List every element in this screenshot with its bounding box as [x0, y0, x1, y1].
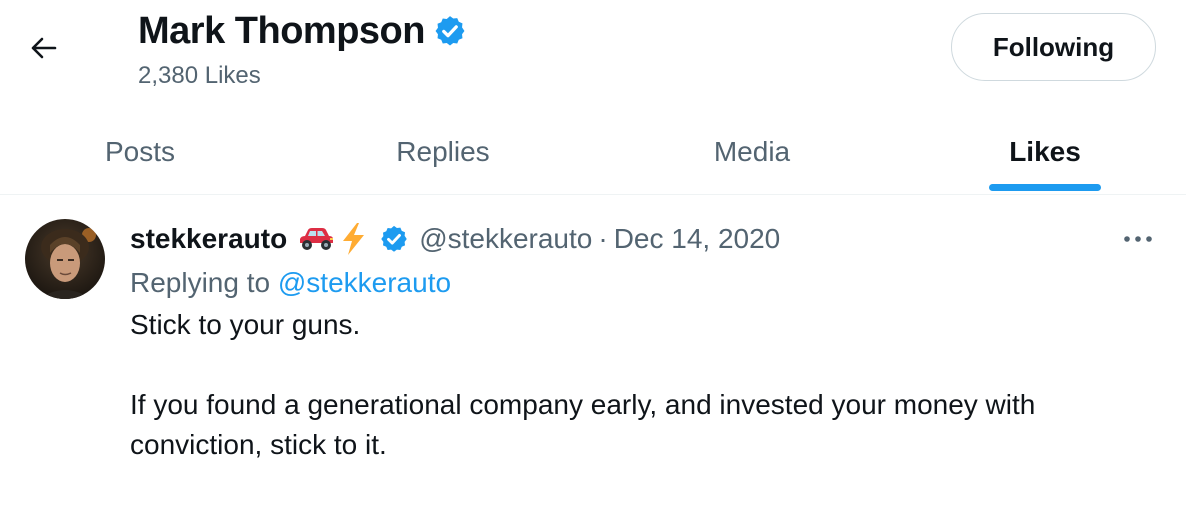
following-button[interactable]: Following [951, 13, 1156, 81]
arrow-left-icon [31, 37, 57, 64]
lightning-emoji [339, 222, 367, 256]
replying-to-prefix: Replying to [130, 267, 271, 298]
car-emoji [297, 226, 335, 252]
replying-to-link[interactable]: @stekkerauto [278, 267, 451, 298]
active-tab-indicator [989, 184, 1101, 191]
more-horizontal-icon[interactable] [1118, 225, 1158, 253]
back-button[interactable] [22, 28, 66, 72]
meta-separator: · [598, 223, 608, 254]
tab-posts[interactable]: Posts [30, 110, 250, 194]
profile-header: Mark Thompson 2,380 Likes Following [0, 0, 1186, 110]
tweet-date[interactable]: Dec 14, 2020 [614, 223, 781, 255]
tab-media[interactable]: Media [642, 110, 862, 194]
header-title-block: Mark Thompson 2,380 Likes [138, 8, 467, 90]
tweet-text-line2: If you found a generational company earl… [130, 389, 1036, 460]
tweet-meta: stekkerauto @stekkerauto · Dec 14, 2020 [130, 219, 1150, 259]
author-handle[interactable]: @stekkerauto [419, 223, 592, 255]
page-title: Mark Thompson [138, 10, 425, 52]
author-name[interactable]: stekkerauto [130, 223, 287, 255]
tab-likes[interactable]: Likes [935, 110, 1155, 194]
tab-replies[interactable]: Replies [333, 110, 553, 194]
tweet-body: stekkerauto @stekkerauto · Dec 14, 2020 … [130, 219, 1150, 465]
verified-badge-icon [379, 224, 409, 254]
verified-badge-icon [433, 14, 467, 48]
tweet-text-line1: Stick to your guns. [130, 309, 361, 340]
likes-count: 2,380 Likes [138, 62, 261, 89]
profile-tabs: Posts Replies Media Likes [0, 110, 1186, 195]
tweet-text: Stick to your guns. If you found a gener… [130, 305, 1150, 465]
replying-to: Replying to @stekkerauto [130, 263, 1150, 303]
avatar[interactable] [25, 219, 105, 299]
tweet-item[interactable]: stekkerauto @stekkerauto · Dec 14, 2020 … [0, 195, 1186, 510]
